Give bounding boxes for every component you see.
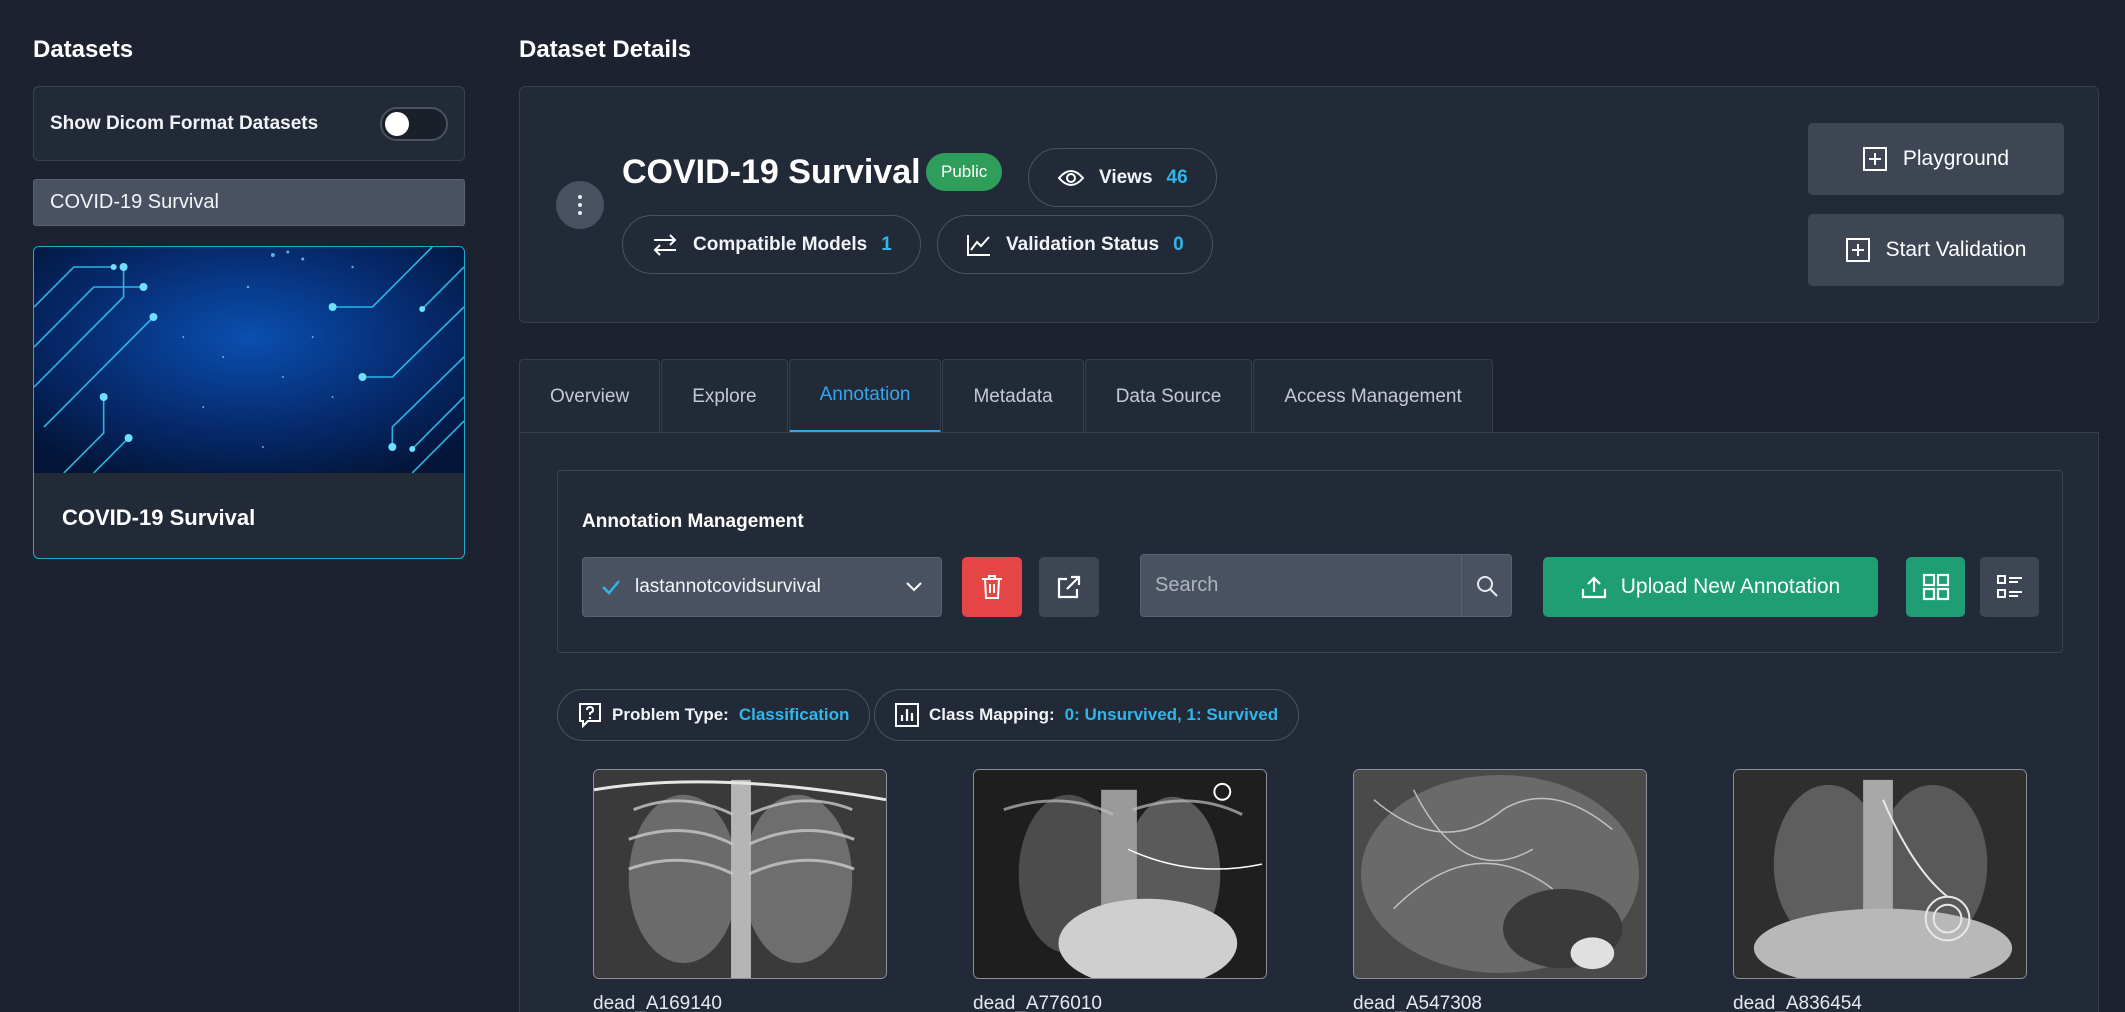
- compatible-models-label: Compatible Models: [693, 233, 868, 255]
- xray-thumbnail[interactable]: [1733, 769, 2027, 979]
- upload-annotation-label: Upload New Annotation: [1620, 575, 1841, 598]
- class-mapping-label: Class Mapping:: [929, 705, 1055, 724]
- search-icon: [1476, 575, 1498, 597]
- annotation-select[interactable]: lastannotcovidsurvival: [582, 557, 942, 617]
- page-title: Dataset Details: [519, 36, 692, 63]
- list-view-icon: [1996, 575, 2022, 598]
- external-link-icon: [1057, 575, 1081, 599]
- annotation-management-title: Annotation Management: [582, 511, 804, 532]
- delete-annotation-button[interactable]: [962, 557, 1022, 617]
- playground-button[interactable]: Playground: [1808, 123, 2064, 195]
- validation-status-count: 0: [1173, 233, 1184, 255]
- chevron-down-icon: [906, 582, 922, 592]
- dicom-toggle-switch[interactable]: [380, 106, 448, 141]
- annotation-management-box: Annotation Management lastannotcovidsurv…: [557, 470, 2063, 653]
- tab-access-management[interactable]: Access Management: [1253, 359, 1493, 433]
- xray-thumbnail[interactable]: [1353, 769, 1647, 979]
- open-external-button[interactable]: [1039, 557, 1099, 617]
- dataset-card[interactable]: COVID-19 Survival: [33, 246, 465, 559]
- problem-type-label: Problem Type:: [612, 705, 729, 724]
- views-pill: Views 46: [1028, 148, 1217, 207]
- tab-metadata[interactable]: Metadata: [942, 359, 1084, 433]
- plus-square-icon: [1845, 238, 1870, 262]
- tab-explore[interactable]: Explore: [661, 359, 788, 433]
- playground-label: Playground: [1902, 147, 2010, 170]
- thumbnail-label: dead_A547308: [1353, 993, 1482, 1012]
- xray-image: [974, 770, 1266, 978]
- bar-chart-icon: [895, 703, 919, 727]
- grid-view-icon: [1922, 573, 1949, 601]
- eye-icon: [1057, 169, 1085, 186]
- annotation-tab-panel: Annotation Management lastannotcovidsurv…: [519, 432, 2099, 1012]
- problem-type-chip: Problem Type: Classification: [557, 689, 871, 741]
- toggle-knob: [385, 111, 409, 136]
- annotation-select-value: lastannotcovidsurvival: [635, 576, 821, 597]
- thumbnail-label: dead_A836454: [1733, 993, 1862, 1012]
- xray-image: [594, 770, 886, 978]
- annotation-search-box: [1140, 554, 1512, 617]
- dataset-card-title: COVID-19 Survival: [62, 505, 256, 530]
- tab-data-source[interactable]: Data Source: [1084, 359, 1253, 433]
- sidebar-title: Datasets: [33, 36, 134, 63]
- check-icon: [602, 580, 620, 595]
- question-box-icon: [579, 703, 601, 728]
- validation-status-label: Validation Status: [1006, 233, 1160, 255]
- tab-bar: Overview Explore Annotation Metadata Dat…: [519, 359, 1494, 433]
- compatible-models-pill[interactable]: Compatible Models 1: [622, 215, 921, 274]
- trash-icon: [982, 575, 1002, 599]
- xray-image: [1354, 770, 1646, 978]
- class-mapping-chip: Class Mapping: 0: Unsurvived, 1: Survive…: [874, 689, 1300, 741]
- class-mapping-value: 0: Unsurvived, 1: Survived: [1064, 705, 1279, 724]
- line-chart-icon: [967, 234, 990, 256]
- plus-square-icon: [1862, 147, 1887, 171]
- visibility-badge: Public: [926, 153, 1003, 191]
- swap-arrows-icon: [653, 233, 677, 256]
- problem-type-value: Classification: [738, 705, 850, 724]
- xray-thumbnail[interactable]: [973, 769, 1267, 979]
- thumbnail-label: dead_A776010: [973, 993, 1102, 1012]
- upload-icon: [1581, 576, 1606, 599]
- search-button[interactable]: [1461, 555, 1511, 616]
- list-view-button[interactable]: [1980, 557, 2039, 617]
- upload-annotation-button[interactable]: Upload New Annotation: [1543, 557, 1878, 617]
- grid-view-button[interactable]: [1906, 557, 1965, 617]
- kebab-menu-icon[interactable]: [556, 181, 604, 229]
- annotation-search-input[interactable]: [1141, 555, 1461, 616]
- start-validation-button[interactable]: Start Validation: [1808, 214, 2064, 286]
- dataset-search-input[interactable]: COVID-19 Survival: [33, 179, 465, 226]
- tab-annotation[interactable]: Annotation: [788, 359, 942, 433]
- xray-image: [1734, 770, 2026, 978]
- dicom-toggle-label: Show Dicom Format Datasets: [50, 112, 319, 134]
- dataset-details-panel: COVID-19 Survival Public Views 46 Compat…: [519, 86, 2099, 323]
- validation-status-pill[interactable]: Validation Status 0: [937, 215, 1213, 274]
- xray-thumbnail[interactable]: [593, 769, 887, 979]
- compatible-models-count: 1: [881, 233, 892, 255]
- dicom-toggle-row: Show Dicom Format Datasets: [33, 86, 465, 161]
- start-validation-label: Start Validation: [1885, 238, 2027, 261]
- sidebar: Datasets Show Dicom Format Datasets COVI…: [33, 0, 465, 1012]
- views-label: Views: [1099, 166, 1153, 188]
- tab-overview[interactable]: Overview: [519, 359, 661, 433]
- thumbnail-label: dead_A169140: [593, 993, 722, 1012]
- dataset-card-image: [34, 247, 464, 473]
- dataset-name: COVID-19 Survival: [622, 153, 921, 191]
- views-count: 46: [1166, 166, 1188, 188]
